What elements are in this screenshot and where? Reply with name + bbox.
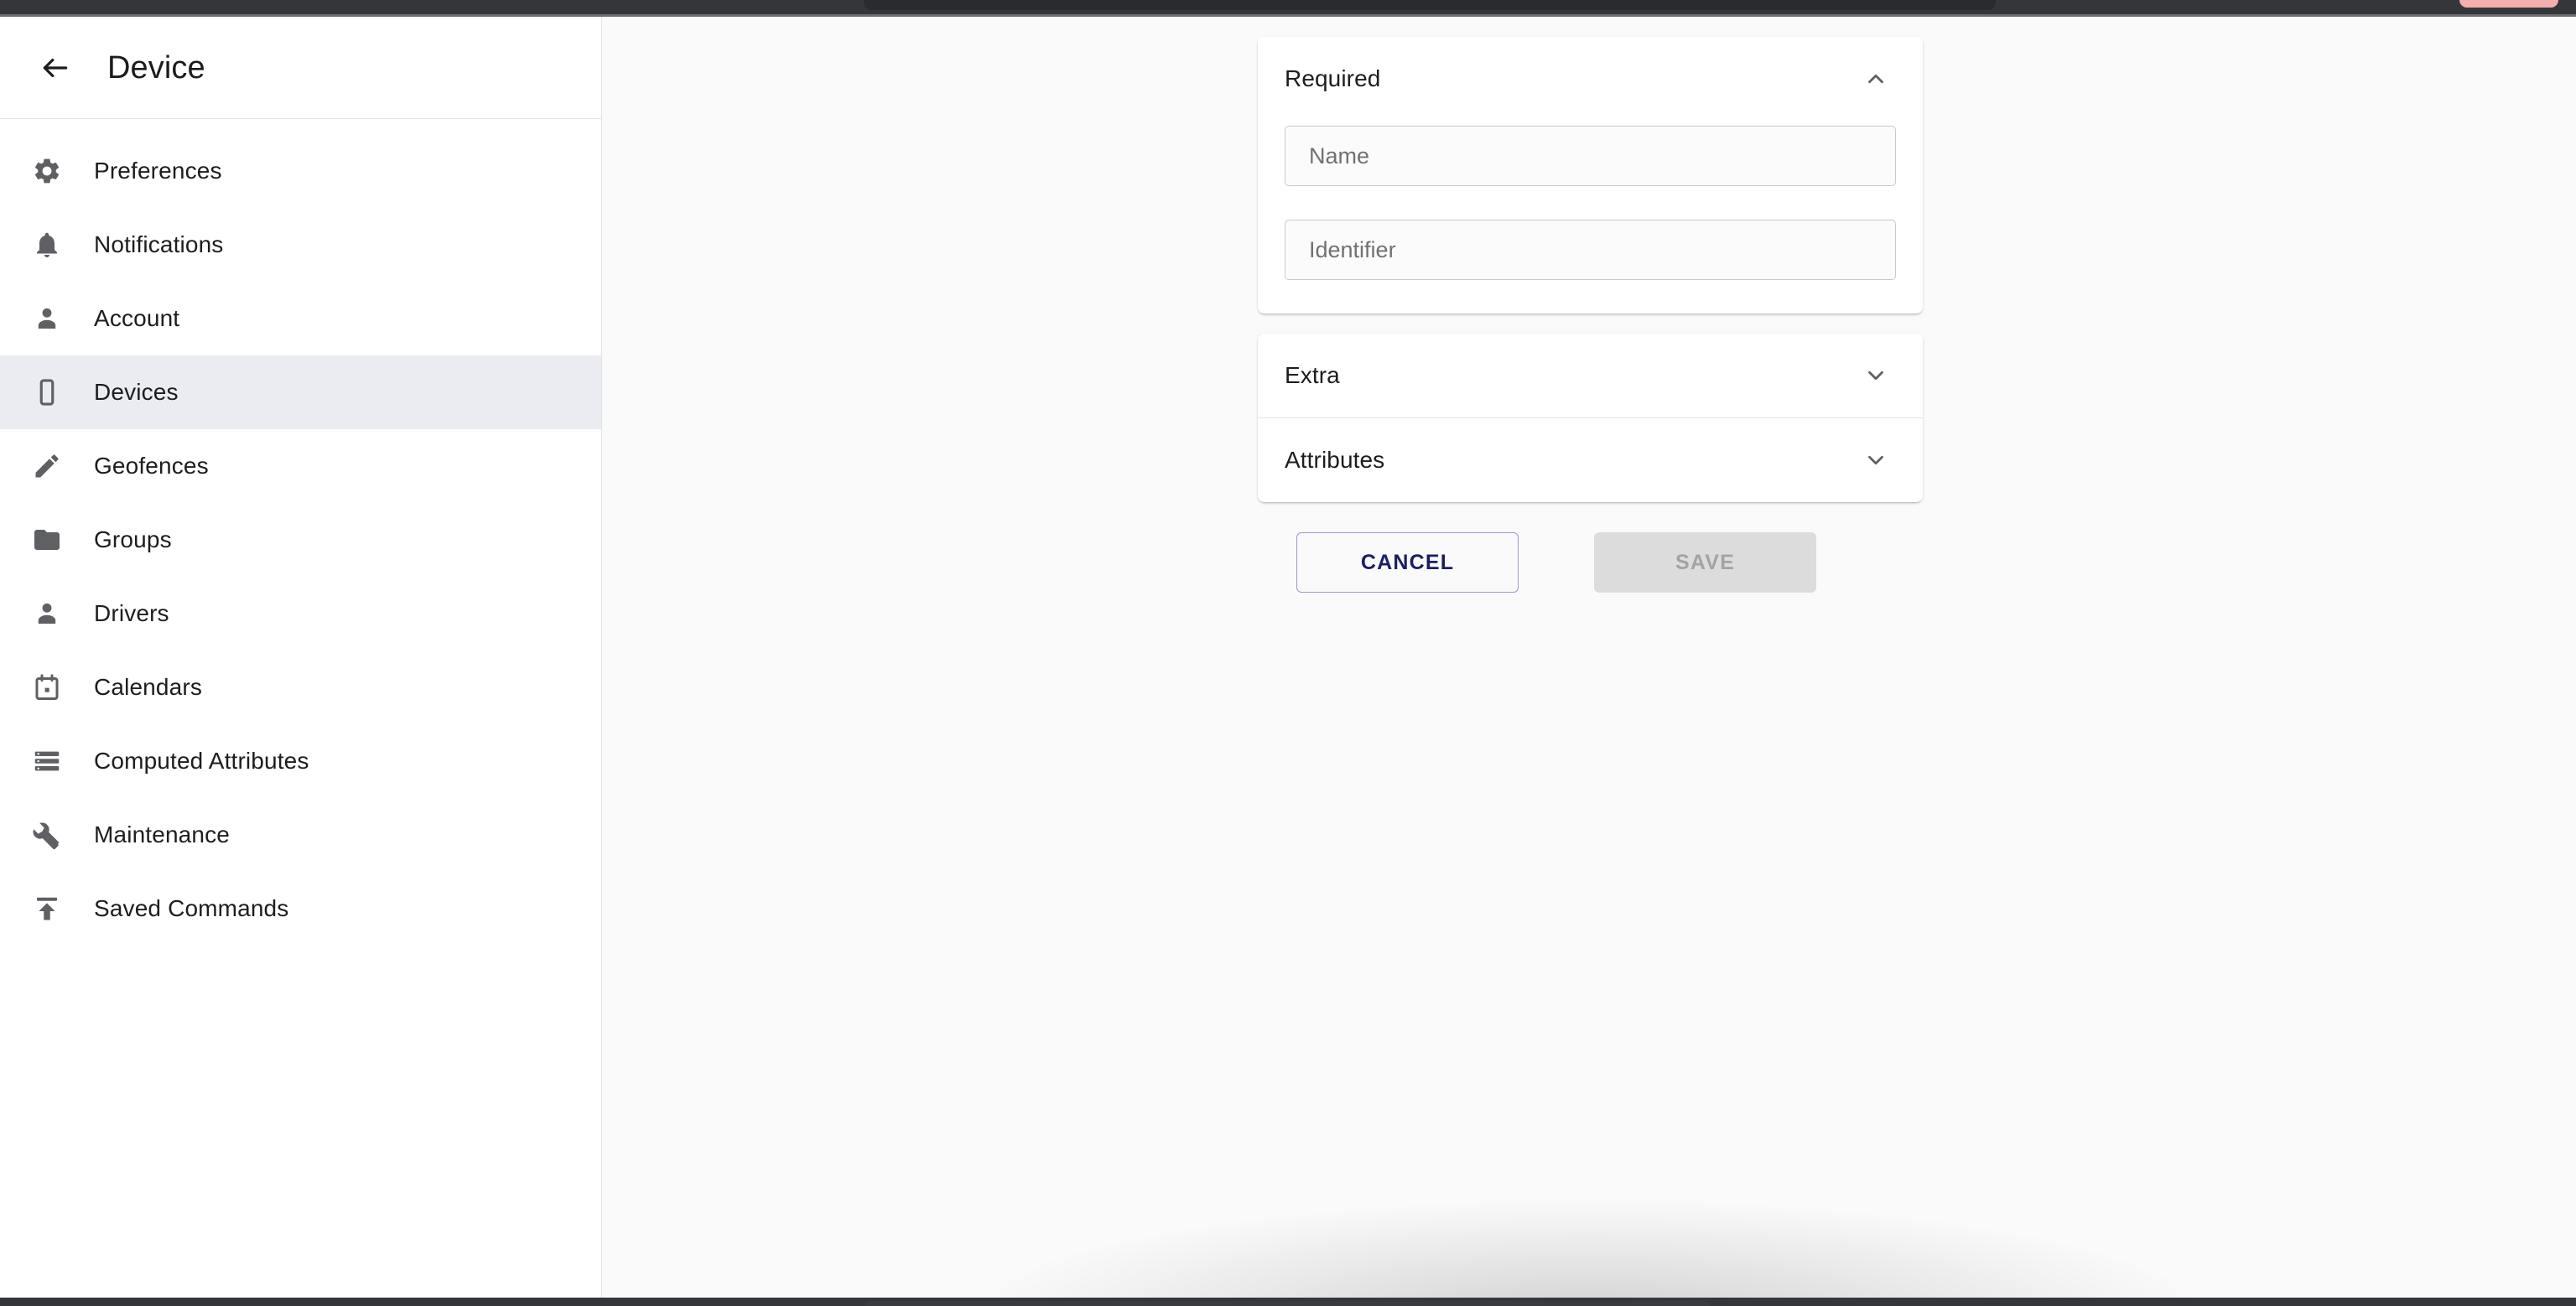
gear-icon	[20, 146, 74, 196]
chevron-down-icon[interactable]	[1857, 357, 1894, 394]
browser-bottom-handle	[864, 1301, 1711, 1306]
sidebar-item-devices[interactable]: Devices	[0, 355, 601, 429]
bell-icon	[20, 220, 74, 270]
arrow-back-icon	[39, 52, 71, 84]
save-button[interactable]: SAVE	[1594, 532, 1816, 593]
name-input[interactable]	[1285, 126, 1896, 186]
calendar-icon	[20, 662, 74, 713]
back-button[interactable]	[30, 43, 80, 93]
identifier-input[interactable]	[1285, 220, 1896, 280]
browser-chrome-top	[0, 0, 2576, 14]
accordion-group-collapsed: Extra Attributes	[1258, 334, 1923, 502]
sidebar-item-label: Maintenance	[94, 821, 230, 847]
sidebar-item-groups[interactable]: Groups	[0, 503, 601, 577]
wrench-icon	[20, 810, 74, 860]
bottom-shadow-overlay	[972, 1172, 2205, 1298]
sidebar-item-computed-attributes[interactable]: Computed Attributes	[0, 724, 601, 798]
chevron-up-icon[interactable]	[1857, 60, 1894, 97]
accordion-required-header[interactable]: Required	[1258, 37, 1923, 121]
sidebar-item-notifications[interactable]: Notifications	[0, 208, 601, 282]
sidebar-item-saved-commands[interactable]: Saved Commands	[0, 872, 601, 946]
pencil-icon	[20, 441, 74, 491]
sidebar-item-label: Account	[94, 305, 180, 331]
app-root: Device Preferences Notifications Account…	[0, 0, 2576, 1306]
page-title: Device	[107, 49, 205, 86]
accordion-extra: Extra	[1258, 334, 1923, 417]
sidebar-item-preferences[interactable]: Preferences	[0, 134, 601, 208]
sidebar-item-label: Devices	[94, 379, 179, 405]
chrome-divider	[0, 14, 2576, 17]
accordion-required-body	[1258, 121, 1923, 314]
storage-list-icon	[20, 736, 74, 786]
sidebar-item-label: Groups	[94, 526, 172, 552]
form-actions: CANCEL SAVE	[1258, 532, 1923, 593]
folder-icon	[20, 515, 74, 565]
page-viewport: Device Preferences Notifications Account…	[0, 17, 2576, 1298]
sidebar-item-label: Preferences	[94, 158, 222, 184]
cancel-button[interactable]: CANCEL	[1296, 532, 1519, 593]
accordion-attributes-header[interactable]: Attributes	[1258, 418, 1923, 502]
accordion-required: Required	[1258, 37, 1923, 314]
sidebar-item-drivers[interactable]: Drivers	[0, 577, 601, 650]
sidebar-item-maintenance[interactable]: Maintenance	[0, 798, 601, 872]
sidebar-item-label: Notifications	[94, 231, 224, 257]
accordion-attributes: Attributes	[1258, 417, 1923, 502]
sidebar-item-label: Computed Attributes	[94, 748, 309, 774]
sidebar-header: Device	[0, 17, 601, 119]
browser-accent-tab[interactable]	[2459, 0, 2558, 8]
browser-chrome-bottom	[0, 1298, 2576, 1306]
sidebar-item-account[interactable]: Account	[0, 282, 601, 355]
accordion-extra-header[interactable]: Extra	[1258, 334, 1923, 417]
sidebar-item-label: Drivers	[94, 600, 169, 626]
person-icon	[20, 588, 74, 639]
main-content: Required Name Identifier Extra Attribute…	[603, 17, 2576, 1298]
accordion-required-title: Required	[1285, 65, 1381, 91]
sidebar-item-label: Geofences	[94, 453, 209, 479]
accordion-attributes-title: Attributes	[1285, 447, 1385, 473]
accordion-extra-title: Extra	[1285, 362, 1340, 388]
sidebar-item-calendars[interactable]: Calendars	[0, 650, 601, 724]
sidebar-nav-list: Preferences Notifications Account Device…	[0, 119, 601, 946]
sidebar-item-label: Saved Commands	[94, 895, 289, 921]
person-icon	[20, 293, 74, 344]
chevron-down-icon[interactable]	[1857, 442, 1894, 479]
browser-tabstrip	[864, 0, 1996, 10]
settings-sidebar: Device Preferences Notifications Account…	[0, 17, 602, 1298]
smartphone-icon	[20, 367, 74, 417]
sidebar-item-label: Calendars	[94, 674, 202, 700]
upload-icon	[20, 884, 74, 934]
device-form: Required Name Identifier Extra Attribute…	[1258, 37, 1923, 593]
sidebar-item-geofences[interactable]: Geofences	[0, 429, 601, 503]
